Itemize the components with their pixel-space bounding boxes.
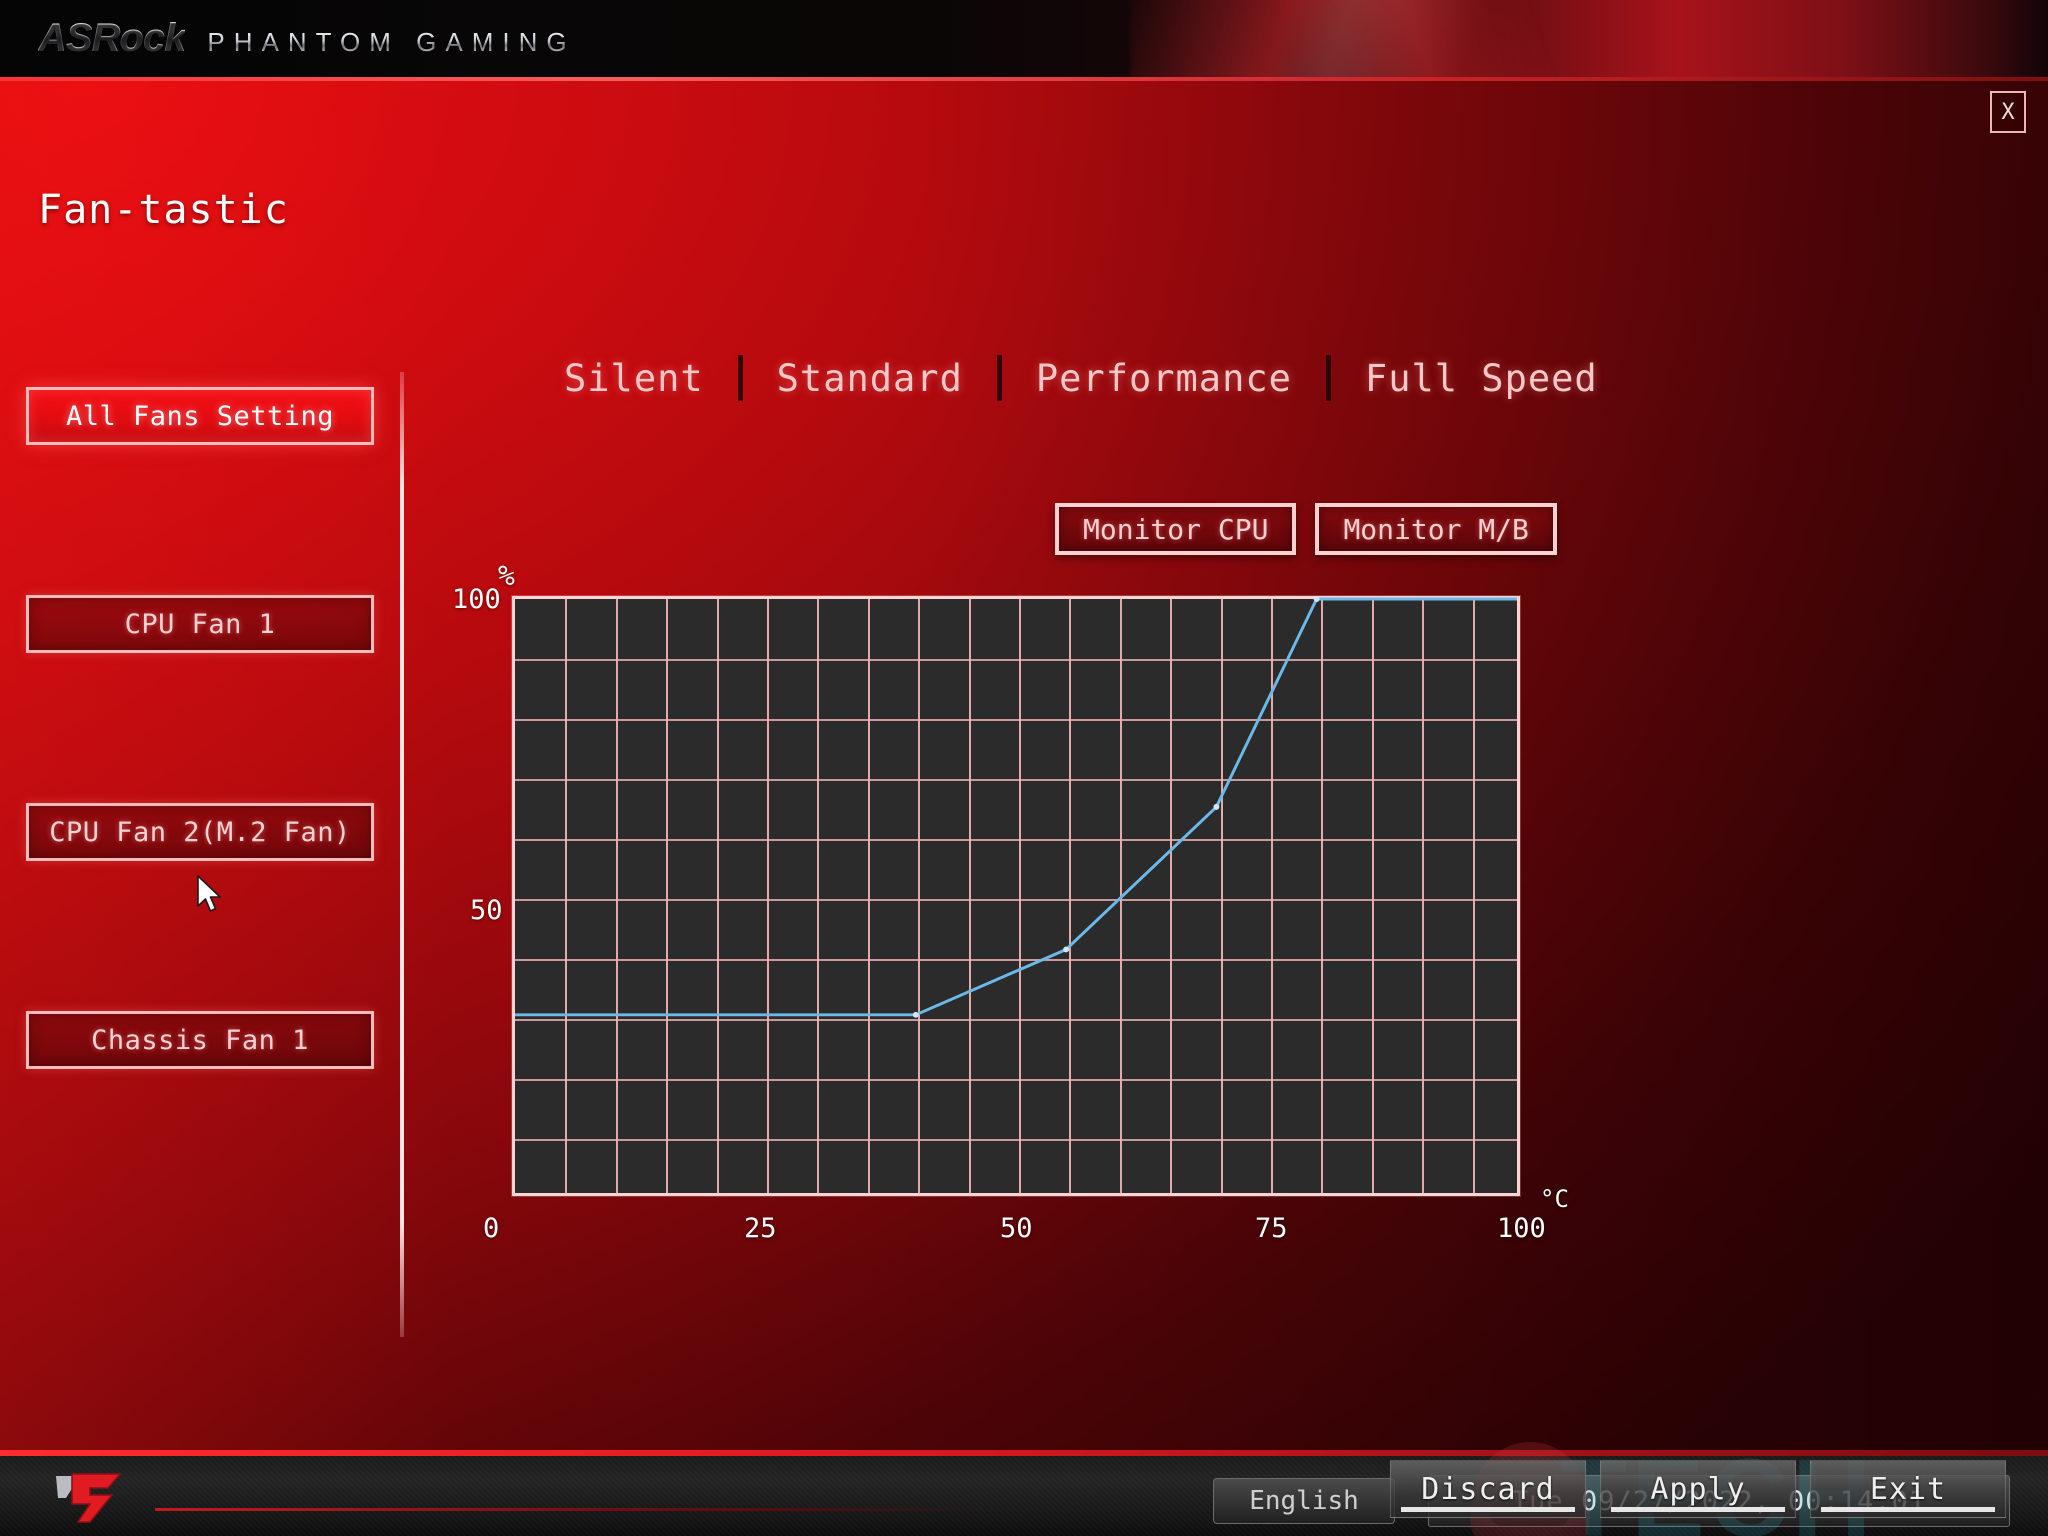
curve-control-point[interactable] [1313, 596, 1320, 602]
monitor-cpu-button[interactable]: Monitor CPU [1055, 503, 1297, 555]
curve-control-point[interactable] [1213, 803, 1220, 810]
tab-standard[interactable]: Standard [743, 357, 997, 400]
gridline-vertical [1119, 599, 1122, 1193]
gridline-vertical [968, 599, 971, 1193]
action-button-bar: Discard Apply Exit [1390, 1460, 2006, 1518]
x-axis-tick-75: 75 [1255, 1213, 1288, 1244]
sidebar-divider [400, 372, 404, 1337]
x-axis-tick-50: 50 [1000, 1213, 1033, 1244]
gridline-horizontal [515, 659, 1517, 661]
gridline-horizontal [515, 839, 1517, 841]
x-axis-tick-100: 100 [1497, 1213, 1546, 1244]
header-accent-line [0, 77, 2048, 81]
brand-logo-group: ASRock PHANTOM GAMING [38, 16, 576, 61]
exit-button[interactable]: Exit [1810, 1460, 2006, 1518]
asrock-logo-text: ASRock [38, 16, 186, 60]
gridline-vertical [666, 599, 669, 1193]
discard-button[interactable]: Discard [1390, 1460, 1586, 1518]
gridline-horizontal [515, 899, 1517, 901]
page-title: Fan-tastic [38, 187, 289, 233]
monitor-mb-button[interactable]: Monitor M/B [1315, 503, 1557, 555]
close-icon[interactable]: X [1990, 91, 2026, 133]
language-button[interactable]: English [1213, 1478, 1395, 1524]
gridline-vertical [1321, 599, 1324, 1193]
tab-separator [1325, 355, 1331, 401]
gridline-vertical [1170, 599, 1173, 1193]
gridline-vertical [1371, 599, 1374, 1193]
sidebar-item-cpu-fan-2[interactable]: CPU Fan 2(M.2 Fan) [26, 803, 374, 861]
brand-header-bar: ASRock PHANTOM GAMING [0, 0, 2048, 77]
tab-silent[interactable]: Silent [530, 357, 738, 400]
gridline-vertical [1271, 599, 1273, 1193]
curve-control-point[interactable] [1063, 946, 1070, 953]
main-content-area: X Fan-tastic All Fans Setting CPU Fan 1 … [0, 77, 2048, 1536]
x-axis-tick-25: 25 [744, 1213, 777, 1244]
chart-plot-area[interactable] [512, 596, 1520, 1196]
sidebar-item-cpu-fan-1[interactable]: CPU Fan 1 [26, 595, 374, 653]
gridline-vertical [1019, 599, 1021, 1193]
gridline-vertical [565, 599, 568, 1193]
apply-button[interactable]: Apply [1600, 1460, 1796, 1518]
sidebar-item-all-fans-setting[interactable]: All Fans Setting [26, 387, 374, 445]
x-axis-unit-label: °C [1540, 1185, 1569, 1213]
gridline-vertical [615, 599, 618, 1193]
gridline-horizontal [515, 959, 1517, 961]
y-axis-tick-100: 100 [452, 584, 501, 615]
fan-curve-polyline[interactable] [515, 597, 1517, 1017]
mouse-cursor-icon [197, 875, 221, 912]
gridline-vertical [817, 599, 820, 1193]
y-axis-unit-label: % [498, 559, 515, 592]
gridline-vertical [867, 599, 870, 1193]
phantom-gaming-badge-icon [56, 1473, 122, 1523]
gridline-horizontal [515, 1019, 1517, 1021]
gridline-horizontal [515, 779, 1517, 781]
tab-separator [737, 355, 743, 401]
gridline-horizontal [515, 1079, 1517, 1081]
y-axis-tick-50: 50 [470, 895, 503, 926]
x-axis-tick-0: 0 [483, 1213, 500, 1244]
monitor-button-group: Monitor CPU Monitor M/B [1055, 503, 1557, 555]
gridline-horizontal [515, 719, 1517, 721]
tab-separator [996, 355, 1002, 401]
gridline-vertical [716, 599, 719, 1193]
fan-mode-tabs: Silent Standard Performance Full Speed [530, 355, 1632, 401]
fan-curve-line[interactable] [515, 596, 1517, 1193]
gridline-vertical [1069, 599, 1072, 1193]
tab-performance[interactable]: Performance [1002, 357, 1326, 400]
gridline-vertical [1422, 599, 1425, 1193]
fan-selector-sidebar: All Fans Setting CPU Fan 1 CPU Fan 2(M.2… [0, 387, 400, 1337]
gridline-vertical [1220, 599, 1223, 1193]
gridline-horizontal [515, 1139, 1517, 1141]
curve-control-point[interactable] [912, 1011, 919, 1018]
tab-full-speed[interactable]: Full Speed [1331, 357, 1632, 400]
gridline-vertical [767, 599, 769, 1193]
chart-gridlines [515, 599, 1517, 1193]
sidebar-item-chassis-fan-1[interactable]: Chassis Fan 1 [26, 1011, 374, 1069]
footer-underline [155, 1508, 985, 1511]
gridline-vertical [918, 599, 921, 1193]
phantom-gaming-logo-text: PHANTOM GAMING [207, 27, 576, 57]
gridline-vertical [1472, 599, 1475, 1193]
